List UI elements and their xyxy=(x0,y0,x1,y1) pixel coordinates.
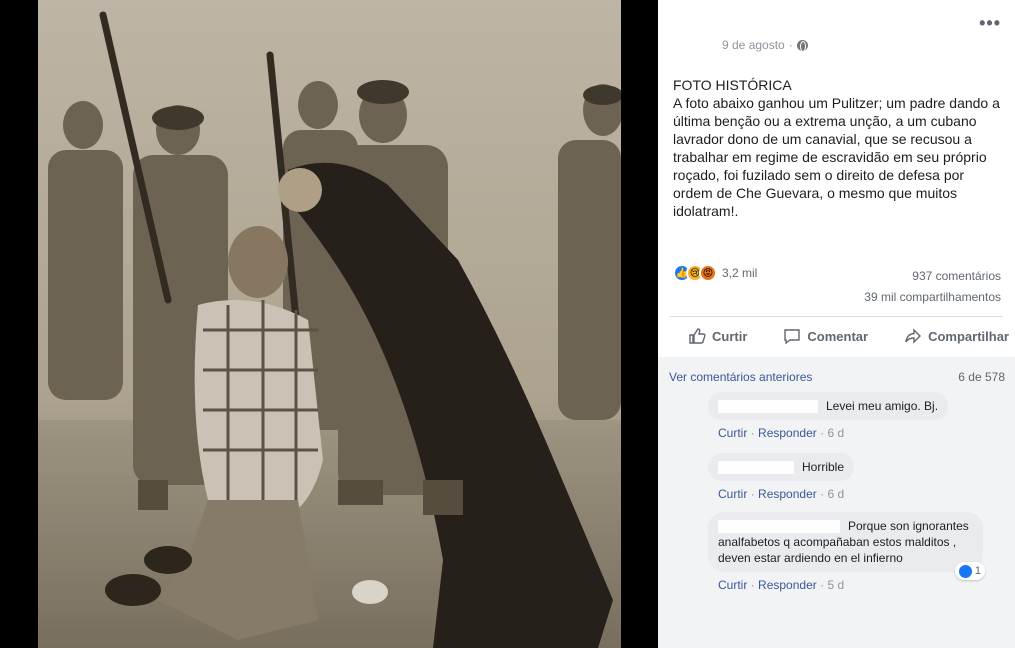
comment-reaction-count: 1 xyxy=(974,565,981,577)
comment-bubble: Porque son ignorantes analfabetos q acom… xyxy=(708,512,985,580)
share-button[interactable]: Compartilhar xyxy=(886,320,1015,352)
comment-reaction-badge[interactable]: 1 xyxy=(954,562,985,580)
post-title: FOTO HISTÓRICA xyxy=(673,77,792,93)
comment-bubble: Levei meu amigo. Bj. xyxy=(708,392,949,420)
comment-text: Horrible xyxy=(802,460,845,474)
comment-actions: Curtir · Responder · 6 d xyxy=(718,426,845,440)
comment-count[interactable]: 937 comentários xyxy=(864,266,1001,287)
reaction-count: 3,2 mil xyxy=(722,266,758,280)
share-button-label: Compartilhar xyxy=(928,328,1009,344)
comments-section: Ver comentários anteriores 6 de 578 Leve… xyxy=(658,357,1015,648)
comment-bubble: Horrible xyxy=(708,453,855,481)
comment-item: Horrible Curtir · Responder · 6 d xyxy=(708,453,855,501)
comment-item: Levei meu amigo. Bj. Curtir · Responder … xyxy=(708,392,949,440)
meta-separator: · xyxy=(788,38,793,52)
post-text: FOTO HISTÓRICA A foto abaixo ganhou um P… xyxy=(673,76,1003,220)
angry-icon: 😡 xyxy=(699,264,717,282)
redacted-author-name xyxy=(718,461,794,475)
post-meta: 9 de agosto · xyxy=(722,38,808,52)
comment-reply-link[interactable]: Responder xyxy=(758,578,817,592)
comments-page-count: 6 de 578 xyxy=(958,370,1005,384)
engagement-counts: 937 comentários 39 mil compartilhamentos xyxy=(864,266,1001,308)
thumbs-up-icon xyxy=(689,328,706,344)
like-button-label: Curtir xyxy=(712,328,748,344)
comment-like-link[interactable]: Curtir xyxy=(718,487,747,501)
post-photo[interactable] xyxy=(38,0,621,648)
reaction-summary[interactable]: 👍 😢 😡 3,2 mil xyxy=(673,264,757,282)
comment-actions: Curtir · Responder · 5 d xyxy=(718,578,845,592)
like-icon xyxy=(958,564,972,578)
comment-actions: Curtir · Responder · 6 d xyxy=(718,487,845,501)
comment-like-link[interactable]: Curtir xyxy=(718,578,747,592)
divider xyxy=(670,316,1003,317)
comment-button-label: Comentar xyxy=(807,328,869,344)
comment-like-link[interactable]: Curtir xyxy=(718,426,747,440)
comment-text: Levei meu amigo. Bj. xyxy=(826,399,939,413)
more-options-icon[interactable]: ••• xyxy=(979,14,1001,32)
globe-icon xyxy=(796,39,808,52)
comment-time[interactable]: 6 d xyxy=(827,426,844,440)
comment-button[interactable]: Comentar xyxy=(765,320,886,352)
share-count[interactable]: 39 mil compartilhamentos xyxy=(864,287,1001,308)
post-date[interactable]: 9 de agosto xyxy=(722,38,785,52)
share-icon xyxy=(905,328,922,344)
photo-viewer xyxy=(0,0,658,648)
post-body: A foto abaixo ganhou um Pulitzer; um pad… xyxy=(673,95,1000,219)
comment-item: Porque son ignorantes analfabetos q acom… xyxy=(708,512,985,592)
post-actions: Curtir Comentar Compartilhar xyxy=(670,320,1009,352)
comment-time[interactable]: 5 d xyxy=(827,578,844,592)
comment-reply-link[interactable]: Responder xyxy=(758,487,817,501)
comment-icon xyxy=(784,329,801,345)
comment-time[interactable]: 6 d xyxy=(827,487,844,501)
like-button[interactable]: Curtir xyxy=(670,320,765,352)
redacted-author-name xyxy=(718,400,818,414)
comment-reply-link[interactable]: Responder xyxy=(758,426,817,440)
redacted-author-name xyxy=(718,520,840,534)
view-previous-comments-link[interactable]: Ver comentários anteriores xyxy=(669,370,812,384)
post-side-panel: ••• 9 de agosto · FOTO HISTÓRICA A foto … xyxy=(658,0,1015,648)
historic-photo-image xyxy=(38,0,621,648)
